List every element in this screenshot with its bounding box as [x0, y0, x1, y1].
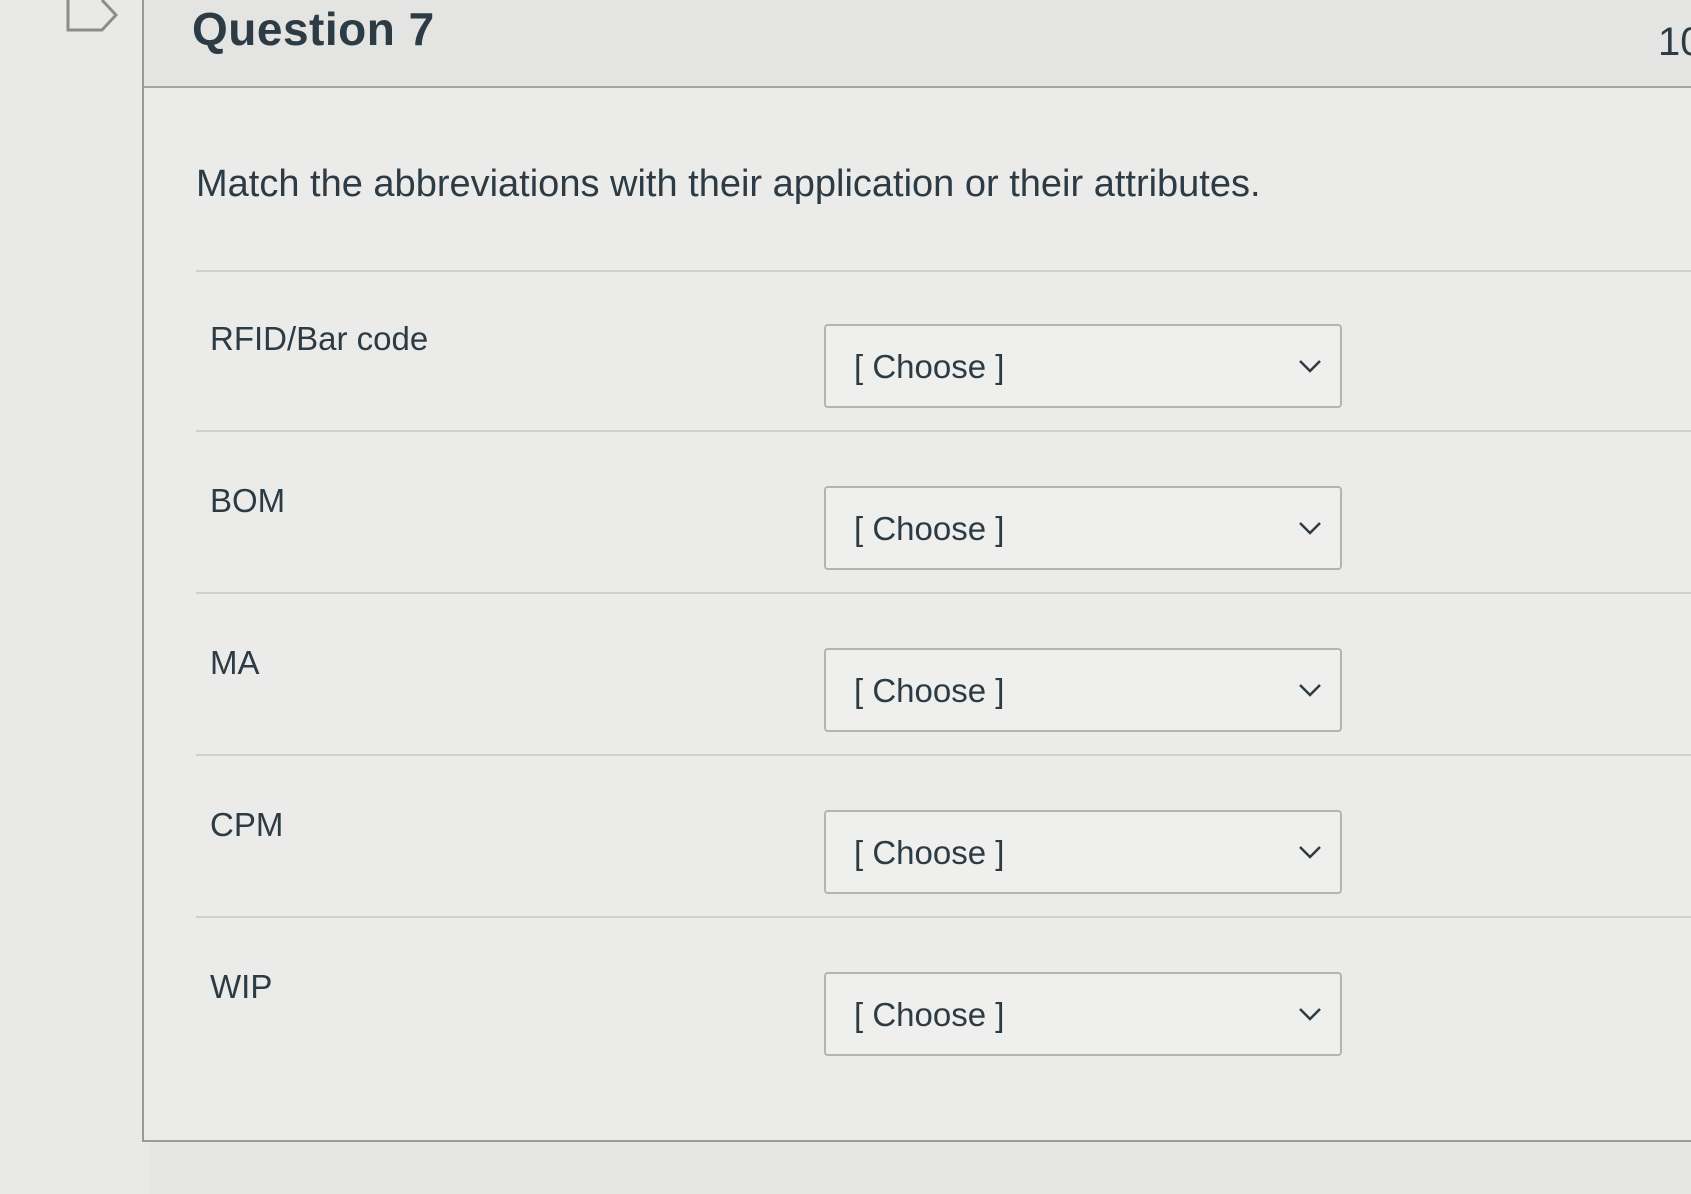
dropdown-value: [ Choose ]: [854, 834, 1005, 871]
dropdown-value: [ Choose ]: [854, 672, 1005, 709]
choose-dropdown[interactable]: [ Choose ]: [824, 486, 1342, 570]
divider: [196, 592, 1691, 594]
chevron-down-icon: [1299, 360, 1321, 373]
match-row-bom: BOM [ Choose ]: [144, 462, 1691, 622]
chevron-down-icon: [1299, 1008, 1321, 1021]
divider: [196, 754, 1691, 756]
chevron-down-icon: [1299, 522, 1321, 535]
dropdown-value: [ Choose ]: [854, 348, 1005, 385]
divider: [196, 270, 1691, 272]
question-prompt: Match the abbreviations with their appli…: [196, 163, 1261, 205]
match-row-ma: MA [ Choose ]: [144, 624, 1691, 784]
flag-icon[interactable]: [66, 0, 118, 36]
choose-dropdown[interactable]: [ Choose ]: [824, 324, 1342, 408]
answer-label: RFID/Bar code: [210, 320, 429, 357]
dropdown-value: [ Choose ]: [854, 510, 1005, 547]
divider: [196, 430, 1691, 432]
dropdown-value: [ Choose ]: [854, 996, 1005, 1033]
question-points: 10: [1658, 20, 1691, 64]
answer-label: BOM: [210, 482, 286, 519]
question-card: Question 7 10 Match the abbreviations wi…: [142, 0, 1691, 1142]
choose-dropdown[interactable]: [ Choose ]: [824, 972, 1342, 1056]
question-header: Question 7 10: [144, 0, 1691, 88]
choose-dropdown[interactable]: [ Choose ]: [824, 810, 1342, 894]
chevron-down-icon: [1299, 846, 1321, 859]
question-title: Question 7: [192, 3, 435, 55]
answer-label: MA: [210, 644, 260, 681]
chevron-down-icon: [1299, 684, 1321, 697]
divider: [196, 916, 1691, 918]
left-gutter: [0, 0, 150, 1194]
choose-dropdown[interactable]: [ Choose ]: [824, 648, 1342, 732]
answer-label: CPM: [210, 806, 284, 843]
match-row-cpm: CPM [ Choose ]: [144, 786, 1691, 946]
answer-label: WIP: [210, 968, 273, 1005]
match-row-wip: WIP [ Choose ]: [144, 948, 1691, 1108]
match-row-rfid: RFID/Bar code [ Choose ]: [144, 300, 1691, 460]
